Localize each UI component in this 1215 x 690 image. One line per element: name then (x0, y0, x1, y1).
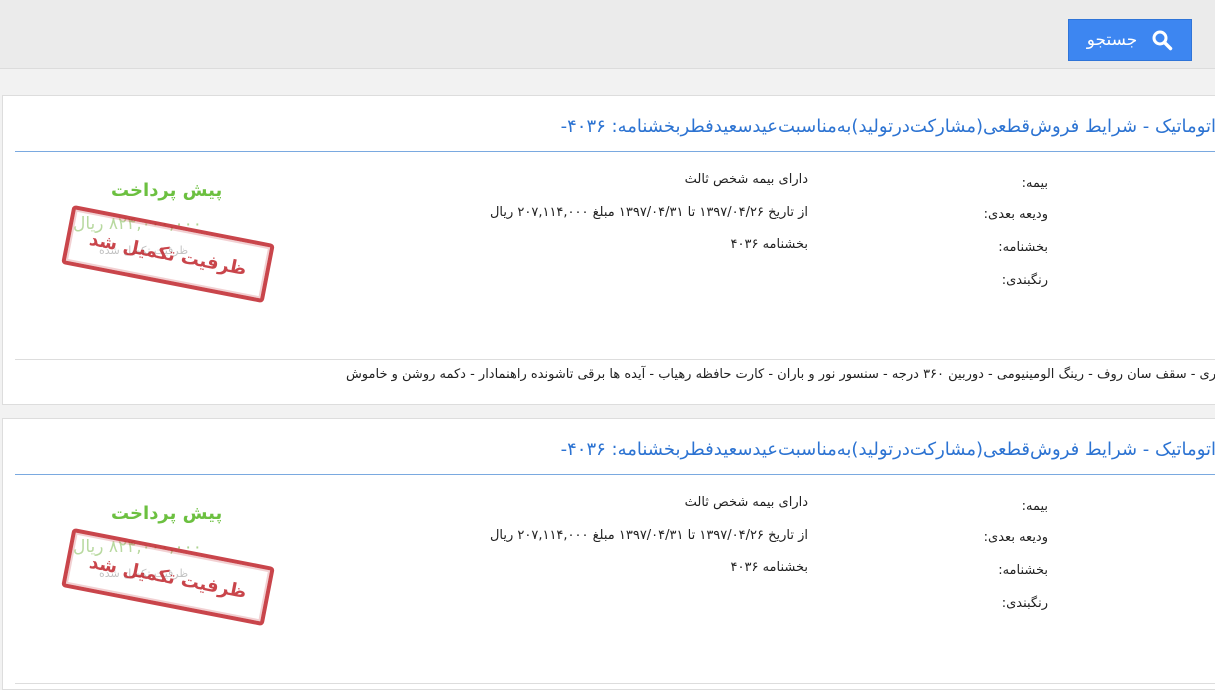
deposit-value: از تاریخ ۱۳۹۷/۰۴/۲۶ تا ۱۳۹۷/۰۴/۳۱ مبلغ ۲… (489, 205, 808, 220)
listing-title[interactable]: اتوماتیک - شرایط فروش‌قطعی(مشارکت‌درتولی… (561, 116, 1215, 137)
insurance-label: بیمه: (1021, 499, 1048, 514)
title-divider (15, 151, 1215, 152)
listing-card: اتوماتیک - شرایط فروش‌قطعی(مشارکت‌درتولی… (2, 95, 1215, 405)
title-divider (15, 474, 1215, 475)
color-label: رنگبندی: (1001, 596, 1048, 611)
prepay-label: پیش پرداخت (111, 180, 223, 201)
search-button-label: جستجو (1086, 30, 1138, 50)
color-label: رنگبندی: (1001, 273, 1048, 288)
listing-title[interactable]: اتوماتیک - شرایط فروش‌قطعی(مشارکت‌درتولی… (561, 439, 1215, 460)
features-list: ری - سقف سان روف - رینگ الومینیومی - دور… (345, 367, 1215, 382)
deposit-label: ودیعه بعدی: (983, 207, 1048, 222)
features-divider (15, 359, 1215, 360)
top-bar: جستجو (0, 0, 1215, 69)
insurance-label: بیمه: (1021, 176, 1048, 191)
deposit-value: از تاریخ ۱۳۹۷/۰۴/۲۶ تا ۱۳۹۷/۰۴/۳۱ مبلغ ۲… (489, 528, 808, 543)
deposit-label: ودیعه بعدی: (983, 530, 1048, 545)
circular-value: بخشنامه ۴۰۳۶ (730, 237, 809, 252)
insurance-value: دارای بیمه شخص ثالث (684, 172, 808, 187)
circular-value: بخشنامه ۴۰۳۶ (730, 560, 809, 575)
prepay-label: پیش پرداخت (111, 503, 223, 524)
circular-label: بخشنامه: (998, 563, 1048, 578)
listing-card: اتوماتیک - شرایط فروش‌قطعی(مشارکت‌درتولی… (2, 418, 1215, 690)
search-button[interactable]: جستجو (1068, 19, 1192, 61)
search-icon (1151, 29, 1173, 51)
circular-label: بخشنامه: (998, 240, 1048, 255)
insurance-value: دارای بیمه شخص ثالث (684, 495, 808, 510)
